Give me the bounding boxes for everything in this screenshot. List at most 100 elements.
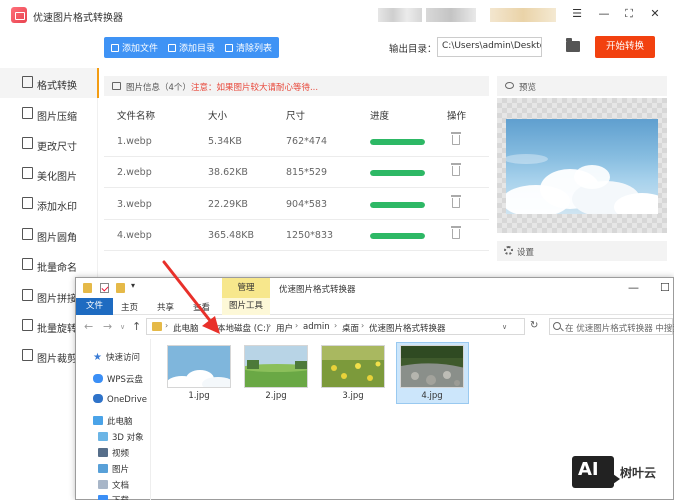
breadcrumb-users[interactable]: 用户 [276, 322, 293, 334]
vip-badge[interactable] [490, 8, 556, 22]
nav-item-videos[interactable]: 视频 [98, 447, 129, 459]
nav-item-downloads[interactable]: 下载 [98, 494, 129, 500]
convert-icon [22, 76, 33, 88]
breadcrumb-this-pc[interactable]: 此电脑 [173, 322, 199, 334]
back-icon[interactable]: ← [84, 320, 93, 333]
nav-item-quick-access[interactable]: ★ 快速访问 [93, 351, 140, 363]
rotate-icon [22, 319, 33, 331]
account-badge[interactable] [426, 8, 476, 22]
table-row[interactable]: 3.webp 22.29KB 904*583 [104, 189, 489, 220]
table-row[interactable]: 4.webp 365.48KB 1250*833 [104, 220, 489, 251]
forward-icon[interactable]: → [103, 320, 112, 333]
add-file-button[interactable]: 添加文件 [111, 41, 158, 54]
sidebar-item-format-convert[interactable]: 格式转换 [0, 68, 99, 98]
browse-folder-icon[interactable] [566, 38, 580, 52]
watermark-logo: AI 树叶云 [572, 456, 672, 488]
sidebar-item-watermark[interactable]: 添加水印 [0, 189, 98, 219]
gear-icon [504, 246, 513, 255]
tab-view[interactable]: 查看 [193, 301, 210, 313]
tab-share[interactable]: 共享 [157, 301, 174, 313]
file-name[interactable]: 1.jpg [167, 391, 231, 401]
nav-item-documents[interactable]: 文档 [98, 479, 129, 491]
delete-icon[interactable] [451, 195, 461, 208]
tab-home[interactable]: 主页 [121, 301, 138, 313]
compress-icon [22, 107, 33, 119]
manage-context-tab[interactable]: 管理 [222, 278, 270, 298]
minimize-icon[interactable]: — [628, 281, 639, 294]
file-thumbnail-4[interactable] [400, 345, 464, 388]
properties-icon[interactable] [100, 283, 109, 293]
add-file-icon [111, 44, 119, 52]
file-dims: 762*474 [286, 136, 328, 147]
new-folder-icon[interactable] [116, 283, 125, 293]
search-input[interactable]: 在 优速图片格式转换器 中搜索 [549, 318, 674, 335]
tab-picture-tools[interactable]: 图片工具 [222, 298, 270, 315]
table-row[interactable]: 1.webp 5.34KB 762*474 [104, 126, 489, 157]
progress-bar [370, 202, 425, 208]
breadcrumb-current-folder[interactable]: 优速图片格式转换器 [369, 322, 446, 334]
refresh-icon[interactable]: ↻ [530, 320, 538, 331]
nav-item-pictures[interactable]: 图片 [98, 463, 129, 475]
preview-canvas [497, 98, 667, 233]
breadcrumb-admin[interactable]: admin [303, 322, 330, 332]
clear-list-button[interactable]: 清除列表 [225, 41, 272, 54]
menu-icon[interactable]: ☰ [570, 7, 584, 21]
file-thumbnail-1[interactable] [167, 345, 231, 388]
recent-locations-icon[interactable]: ∨ [120, 323, 125, 331]
sidebar-item-label: 图片拼接 [37, 294, 77, 305]
delete-icon[interactable] [451, 132, 461, 145]
nav-item-wps-cloud[interactable]: WPS云盘 [93, 373, 143, 385]
add-folder-icon [168, 44, 176, 52]
sidebar-item-label: 图片裁剪 [37, 354, 77, 365]
stream-thumbnail [401, 346, 463, 387]
computer-icon [93, 416, 103, 425]
close-icon[interactable]: ✕ [648, 7, 662, 21]
sidebar-item-round-corner[interactable]: 图片圆角 [0, 220, 98, 250]
file-name[interactable]: 3.jpg [321, 391, 385, 401]
file-thumbnail-2[interactable] [244, 345, 308, 388]
column-header-progress: 进度 [370, 111, 390, 122]
sidebar-item-resize[interactable]: 更改尺寸 [0, 129, 98, 159]
maximize-icon[interactable]: ⛶ [622, 7, 636, 21]
add-folder-button[interactable]: 添加目录 [168, 41, 215, 54]
up-icon[interactable]: ↑ [132, 320, 141, 333]
file-name[interactable]: 2.jpg [244, 391, 308, 401]
sidebar-item-label: 批量旋转 [37, 324, 77, 335]
start-convert-button[interactable]: 开始转换 [595, 36, 655, 58]
watermark-text: 树叶云 [620, 466, 657, 480]
nav-item-onedrive[interactable]: OneDrive [93, 394, 147, 405]
sidebar-item-label: 图片压缩 [37, 112, 77, 123]
delete-icon[interactable] [451, 163, 461, 176]
breadcrumb-local-disk[interactable]: 本地磁盘 (C:) [217, 322, 269, 334]
clear-list-icon [225, 44, 233, 52]
address-bar[interactable]: › 此电脑 › 本地磁盘 (C:) › 用户 › admin › 桌面 › 优速… [146, 318, 525, 335]
picture-icon [98, 464, 108, 473]
maximize-icon[interactable]: ☐ [660, 281, 670, 294]
account-avatar[interactable] [378, 8, 422, 22]
explorer-title-bar: ▾ 管理 优速图片格式转换器 — ☐ [76, 278, 673, 298]
customize-quick-access-icon[interactable]: ▾ [131, 281, 135, 290]
crop-icon [22, 349, 33, 361]
settings-header[interactable]: 设置 [497, 241, 667, 261]
nav-item-this-pc[interactable]: 此电脑 [93, 415, 133, 427]
sidebar-item-compress[interactable]: 图片压缩 [0, 99, 98, 129]
sidebar-item-label: 批量命名 [37, 263, 77, 274]
address-dropdown-icon[interactable]: ∨ [502, 323, 507, 331]
flowers-thumbnail [322, 346, 384, 387]
cloud-icon [93, 374, 103, 383]
sidebar-item-beautify[interactable]: 美化图片 [0, 159, 98, 189]
breadcrumb-desktop[interactable]: 桌面 [342, 322, 359, 334]
preview-image [506, 119, 658, 214]
meadow-thumbnail [245, 346, 307, 387]
output-dir-input[interactable]: C:\Users\admin\Deskto [437, 37, 542, 57]
cube-icon [98, 432, 108, 441]
minimize-icon[interactable]: — [597, 7, 611, 21]
table-row[interactable]: 2.webp 38.62KB 815*529 [104, 157, 489, 188]
delete-icon[interactable] [451, 226, 461, 239]
file-name[interactable]: 4.jpg [400, 391, 464, 401]
file-thumbnail-3[interactable] [321, 345, 385, 388]
sidebar-item-batch-rename[interactable]: 批量命名 [0, 250, 98, 280]
nav-item-3d-objects[interactable]: 3D 对象 [98, 431, 144, 443]
tab-file[interactable]: 文件 [76, 298, 113, 315]
app-logo-icon [11, 7, 27, 23]
